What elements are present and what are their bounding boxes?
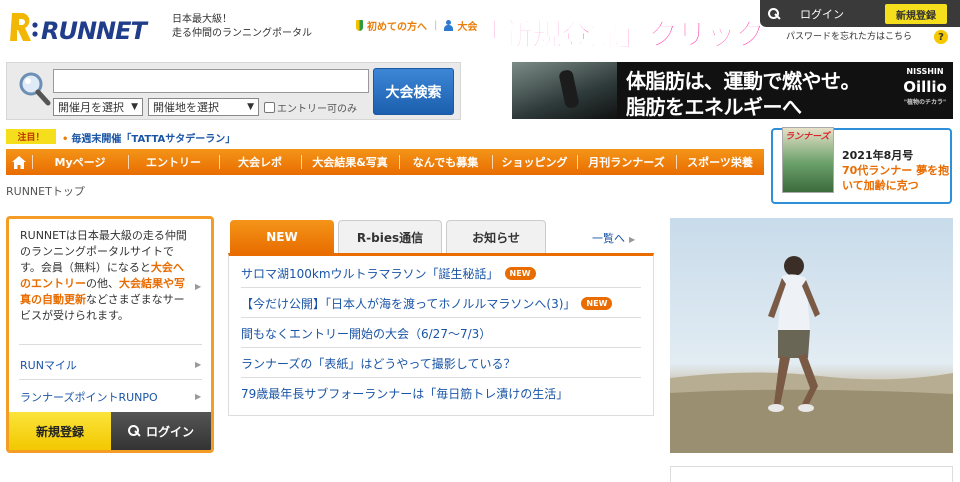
person-icon	[444, 20, 454, 31]
chevron-right-icon[interactable]: ▶	[195, 392, 201, 401]
news-tabs: NEW R-bies通信 お知らせ	[228, 220, 654, 254]
site-tagline: 日本最大級！ 走る仲間のランニングポータル	[172, 13, 312, 41]
event-search-box: 開催月を選択 ▼ 開催地を選択 ▼ エントリー可のみ 大会検索	[6, 62, 461, 120]
tagline-line: 走る仲間のランニングポータル	[172, 28, 312, 39]
magazine-headline: 70代ランナー 夢を抱いて加齢に克つ	[842, 164, 950, 192]
news-item[interactable]: サロマ湖100kmウルトラマラソン「誕生秘話」 NEW	[241, 259, 641, 288]
divider: |	[434, 20, 438, 31]
news-title[interactable]: ランナーズの「表紙」はどうやって撮影している？	[241, 355, 515, 372]
chevron-right-icon[interactable]: ▶	[195, 282, 201, 291]
ad-brand-name: Oillio	[903, 78, 947, 96]
news-title[interactable]: 79歳最年長サブフォーランナーは「毎日筋トレ漬けの生活」	[241, 385, 568, 402]
magazine-logo: ランナーズ	[785, 132, 830, 142]
ad-brand-maker: NISSHIN	[906, 67, 944, 76]
register-button[interactable]: 新規登録	[9, 412, 111, 450]
month-select[interactable]: 開催月を選択 ▼	[53, 98, 143, 116]
magazine-issue: 2021年8月号	[842, 149, 914, 162]
svg-text:RUNNET: RUNNET	[41, 17, 149, 45]
desc-text: の他、	[86, 277, 119, 290]
ad-runner-image	[512, 62, 617, 119]
divider	[19, 344, 202, 345]
search-button[interactable]: 大会検索	[373, 68, 454, 115]
month-select-value: 開催月を選択	[58, 101, 124, 114]
runner-photo[interactable]	[670, 218, 953, 453]
login-button-label: ログイン	[145, 424, 194, 439]
member-box: RUNNETは日本最大級の走る仲間のランニングポータルサイトです。会員（無料）に…	[6, 216, 214, 453]
chevron-down-icon: ▼	[131, 102, 138, 112]
ad-subheadline: 脂肪をエネルギーへ	[626, 95, 802, 119]
news-item[interactable]: 【今だけ公開】「日本人が海を渡ってホノルルマラソンへ(3)」 NEW	[241, 289, 641, 318]
news-item[interactable]: 間もなくエントリー開始の大会（6/27～7/3）	[241, 319, 641, 348]
tagline-line: 日本最大級！	[172, 14, 232, 25]
run-miles-link[interactable]: RUNマイル	[20, 357, 77, 373]
first-time-link[interactable]: 初めての方へ	[367, 18, 427, 33]
chevron-right-icon[interactable]: ▶	[195, 360, 201, 369]
tab-new[interactable]: NEW	[230, 220, 334, 254]
place-select-value: 開催地を選択	[153, 101, 219, 114]
runpo-link[interactable]: ランナーズポイントRUNPO	[20, 389, 158, 405]
member-description: RUNNETは日本最大級の走る仲間のランニングポータルサイトです。会員（無料）に…	[20, 228, 188, 324]
news-title[interactable]: 間もなくエントリー開始の大会（6/27～7/3）	[241, 325, 491, 342]
ad-banner[interactable]: 体脂肪は、運動で燃やせ。 脂肪をエネルギーへ NISSHIN Oillio "植…	[512, 62, 953, 119]
nav-results[interactable]: 大会結果&写真	[301, 149, 399, 175]
nav-recruit[interactable]: なんでも募集	[399, 149, 492, 175]
news-item[interactable]: 79歳最年長サブフォーランナーは「毎日筋トレ漬けの生活」	[241, 379, 641, 408]
nav-nutrition[interactable]: スポーツ栄養	[676, 149, 764, 175]
nav-report[interactable]: 大会レポ	[219, 149, 301, 175]
divider	[19, 379, 202, 380]
key-icon	[768, 8, 780, 20]
checkbox-label: エントリー可のみ	[277, 104, 357, 115]
notice-link-label: 毎週末開催「TATTAサタデーラン」	[71, 134, 236, 145]
beginner-leaf-icon	[356, 20, 363, 31]
search-input[interactable]	[53, 69, 369, 93]
chevron-down-icon: ▼	[247, 102, 254, 112]
login-button[interactable]: ログイン	[111, 412, 211, 450]
magnifier-icon	[19, 72, 51, 106]
header-links: 初めての方へ | 大会	[356, 18, 477, 33]
tab-info[interactable]: お知らせ	[446, 220, 546, 254]
header-login-button[interactable]: ログイン	[768, 4, 860, 24]
news-title[interactable]: 【今だけ公開】「日本人が海を渡ってホノルルマラソンへ(3)」	[241, 295, 575, 312]
nav-entry[interactable]: エントリー	[128, 149, 219, 175]
runnet-logo[interactable]: RUNNET	[8, 9, 164, 45]
nav-shopping[interactable]: ショッピング	[492, 149, 577, 175]
nav-magazine[interactable]: 月刊ランナーズ	[577, 149, 676, 175]
home-icon	[12, 155, 26, 169]
ad-brand-tag: "植物のチカラ"	[903, 99, 947, 106]
checkbox-icon[interactable]	[264, 102, 275, 113]
new-badge: NEW	[504, 266, 536, 280]
key-icon	[127, 425, 140, 437]
header-register-button[interactable]: 新規登録	[885, 4, 947, 24]
chevron-right-icon: ▶	[629, 235, 636, 244]
nav-mypage[interactable]: Myページ	[32, 149, 128, 175]
tab-rbies[interactable]: R-bies通信	[338, 220, 442, 254]
notice-badge: 注目！	[6, 129, 56, 144]
header-login-label: ログイン	[800, 8, 844, 21]
more-link-label: 一覧へ	[592, 232, 625, 245]
entry-available-checkbox[interactable]: エントリー可のみ	[264, 100, 357, 115]
instruction-overlay: 「新規登録」クリック	[474, 18, 766, 54]
news-list: サロマ湖100kmウルトラマラソン「誕生秘話」 NEW 【今だけ公開】「日本人が海…	[228, 253, 654, 416]
magazine-cover: ランナーズ	[782, 127, 834, 193]
news-more-link[interactable]: 一覧へ ▶	[592, 230, 635, 246]
magazine-box[interactable]: ランナーズ 2021年8月号 70代ランナー 夢を抱いて加齢に克つ	[771, 127, 952, 204]
nav-home[interactable]	[6, 149, 32, 175]
help-icon[interactable]: ?	[934, 30, 948, 44]
new-badge: NEW	[581, 296, 613, 310]
content-card	[670, 466, 953, 482]
forgot-password-link[interactable]: パスワードを忘れた方はこちら	[786, 29, 912, 42]
notice-link[interactable]: • 毎週末開催「TATTAサタデーラン」	[62, 130, 235, 145]
news-item[interactable]: ランナーズの「表紙」はどうやって撮影している？	[241, 349, 641, 378]
ad-brand: NISSHIN Oillio "植物のチカラ"	[900, 67, 950, 106]
ad-headline: 体脂肪は、運動で燃やせ。	[626, 69, 861, 93]
bullet-icon: •	[62, 134, 69, 145]
news-title[interactable]: サロマ湖100kmウルトラマラソン「誕生秘話」	[241, 265, 499, 282]
main-nav: Myページ エントリー 大会レポ 大会結果&写真 なんでも募集 ショッピング 月…	[6, 149, 764, 175]
breadcrumb: RUNNETトップ	[6, 185, 85, 198]
place-select[interactable]: 開催地を選択 ▼	[148, 98, 259, 116]
runner-illustration	[670, 256, 953, 453]
